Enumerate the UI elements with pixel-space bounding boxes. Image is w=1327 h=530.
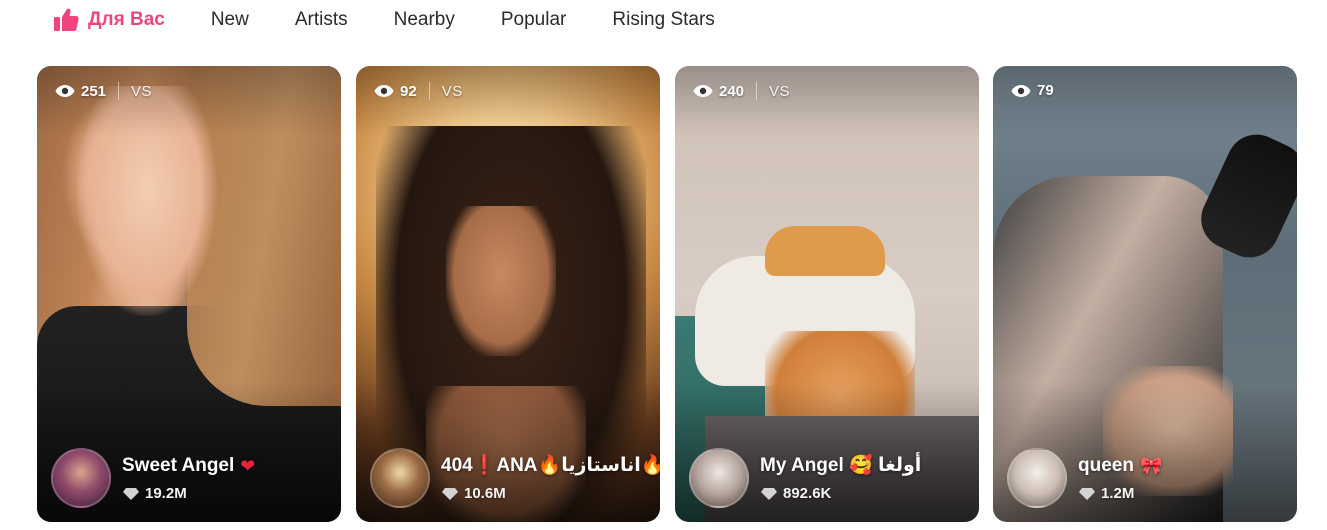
tab-label: Popular xyxy=(500,9,567,30)
streamer-name-text: queen xyxy=(1078,455,1134,476)
diamond-icon xyxy=(761,487,777,500)
vs-label: VS xyxy=(441,82,463,100)
follower-count: 892.6K xyxy=(761,485,831,502)
follower-count-value: 1.2M xyxy=(1101,485,1135,502)
tab-popular[interactable]: Popular xyxy=(501,9,567,31)
streamer-name: Sweet Angel ❤ xyxy=(122,455,255,477)
vs-label: VS xyxy=(769,82,791,100)
viewer-count-value: 240 xyxy=(719,82,745,100)
diamond-icon xyxy=(1079,487,1095,500)
viewer-count: 79 xyxy=(1011,82,1054,99)
streamer-name: 404❗ANA🔥اناستازيا🔥 xyxy=(441,453,660,477)
vs-label: VS xyxy=(131,82,153,100)
tab-for-you[interactable]: Для Вас xyxy=(52,6,165,34)
ribbon-icon: 🎀 xyxy=(1139,455,1163,476)
tab-label: Для Вас xyxy=(88,9,165,30)
stream-card[interactable]: 92 VS 404❗ANA🔥اناستازيا🔥 10.6M xyxy=(356,66,660,522)
eye-icon xyxy=(55,85,75,97)
tab-label: Artists xyxy=(294,9,348,30)
overlay xyxy=(37,66,341,136)
avatar xyxy=(51,448,111,508)
top-tabs: Для Вас New Artists Nearby Popular Risin… xyxy=(52,6,761,34)
divider xyxy=(428,82,430,100)
streamer-name-text: 404❗ANA🔥اناستازيا🔥 xyxy=(441,455,660,476)
follower-count-value: 19.2M xyxy=(145,485,187,502)
viewer-count: 92 VS xyxy=(374,82,463,100)
avatar xyxy=(689,448,749,508)
viewer-count-value: 251 xyxy=(81,82,107,100)
overlay xyxy=(993,66,1297,136)
eye-icon xyxy=(374,85,394,97)
tab-label: New xyxy=(210,9,249,30)
eye-icon xyxy=(693,85,713,97)
tab-new[interactable]: New xyxy=(211,9,249,31)
follower-count: 10.6M xyxy=(442,485,506,502)
viewer-count: 251 VS xyxy=(55,82,152,100)
divider xyxy=(756,82,758,100)
stream-card[interactable]: 79 queen 🎀 1.2M xyxy=(993,66,1297,522)
overlay xyxy=(675,66,979,136)
tab-label: Rising Stars xyxy=(612,9,715,30)
streamer-name: My Angel 🥰 أولغا xyxy=(760,453,921,477)
follower-count-value: 10.6M xyxy=(464,485,506,502)
tab-nearby[interactable]: Nearby xyxy=(394,9,455,31)
tab-artists[interactable]: Artists xyxy=(295,9,348,31)
heart-icon: ❤ xyxy=(240,455,256,476)
avatar xyxy=(1007,448,1067,508)
tab-rising-stars[interactable]: Rising Stars xyxy=(612,9,714,31)
diamond-icon xyxy=(123,487,139,500)
overlay xyxy=(356,66,660,136)
follower-count: 19.2M xyxy=(123,485,187,502)
streamer-name-text: Sweet Angel xyxy=(122,455,235,476)
stream-card[interactable]: 251 VS Sweet Angel ❤ 19.2M xyxy=(37,66,341,522)
follower-count: 1.2M xyxy=(1079,485,1134,502)
viewer-count-value: 79 xyxy=(1037,82,1054,99)
stream-grid: 251 VS Sweet Angel ❤ 19.2M 92 VS 404❗ANA… xyxy=(37,66,1297,522)
diamond-icon xyxy=(442,487,458,500)
avatar xyxy=(370,448,430,508)
viewer-count: 240 VS xyxy=(693,82,790,100)
streamer-name-text: My Angel 🥰 أولغا xyxy=(760,455,922,476)
streamer-name: queen 🎀 xyxy=(1078,455,1162,477)
tab-label: Nearby xyxy=(393,9,455,30)
divider xyxy=(118,82,120,100)
viewer-count-value: 92 xyxy=(400,82,417,100)
eye-icon xyxy=(1011,84,1031,97)
thumbs-up-icon xyxy=(54,8,79,31)
follower-count-value: 892.6K xyxy=(783,485,832,502)
stream-card[interactable]: 240 VS My Angel 🥰 أولغا 892.6K xyxy=(675,66,979,522)
